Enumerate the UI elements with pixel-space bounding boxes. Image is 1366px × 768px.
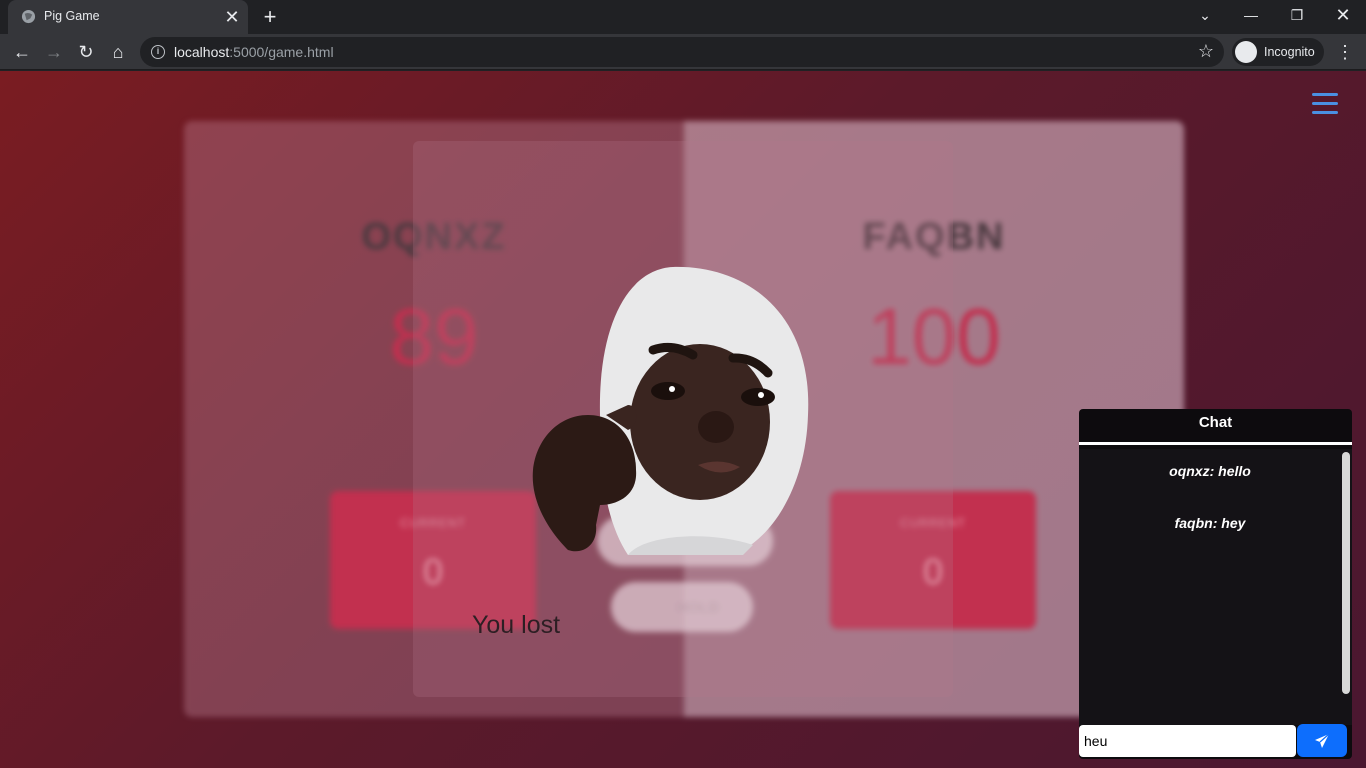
send-icon <box>1315 733 1330 748</box>
browser-toolbar: ← → ↻ ⌂ i localhost:5000/game.html ☆ Inc… <box>0 34 1366 70</box>
chat-scrollbar[interactable] <box>1342 452 1350 694</box>
result-text: You lost <box>472 611 561 639</box>
tab-strip: Pig Game ✕ + ⌄ — ❐ ✕ <box>0 0 1366 34</box>
forward-button[interactable]: → <box>41 39 67 65</box>
restore-button[interactable]: ❐ <box>1274 0 1320 30</box>
incognito-icon <box>1235 41 1257 63</box>
chat-message-list: oqnxz: hello faqbn: hey <box>1079 449 1352 725</box>
home-icon[interactable]: ⌂ <box>105 39 131 65</box>
url-host: localhost <box>174 44 230 60</box>
close-tab-icon[interactable]: ✕ <box>222 7 242 27</box>
incognito-label: Incognito <box>1264 45 1315 59</box>
globe-icon <box>21 9 36 24</box>
url-path: :5000/game.html <box>229 44 334 60</box>
tab-title: Pig Game <box>44 9 100 23</box>
chat-message: oqnxz: hello <box>1169 463 1251 479</box>
chat-input[interactable] <box>1079 725 1296 757</box>
minimize-button[interactable]: — <box>1228 0 1274 30</box>
site-info-icon[interactable]: i <box>151 45 165 59</box>
chat-divider <box>1079 442 1352 445</box>
incognito-profile-button[interactable]: Incognito <box>1232 38 1324 66</box>
back-button[interactable]: ← <box>9 39 35 65</box>
browser-menu-icon[interactable]: ⋮ <box>1335 39 1355 65</box>
bookmark-star-icon[interactable]: ☆ <box>1198 41 1214 62</box>
send-message-button[interactable] <box>1297 724 1347 757</box>
chat-title: Chat <box>1198 414 1233 431</box>
browser-tab[interactable]: Pig Game ✕ <box>8 0 248 34</box>
tab-search-icon[interactable]: ⌄ <box>1182 0 1228 30</box>
address-bar[interactable]: i localhost:5000/game.html ☆ <box>140 37 1224 67</box>
url-text[interactable]: localhost:5000/game.html <box>174 44 334 60</box>
close-window-button[interactable]: ✕ <box>1320 0 1366 30</box>
reload-button[interactable]: ↻ <box>73 39 99 65</box>
game-page: OQNXZ 89 CURRENT 0 FAQBN 100 CURRENT 0 H… <box>0 71 1366 768</box>
chat-panel: Chat oqnxz: hello faqbn: hey <box>1079 409 1352 759</box>
thumbs-down-avatar <box>532 266 809 555</box>
hamburger-menu-icon[interactable] <box>1312 93 1338 117</box>
new-tab-button[interactable]: + <box>258 5 282 29</box>
chat-message: faqbn: hey <box>1174 515 1246 531</box>
